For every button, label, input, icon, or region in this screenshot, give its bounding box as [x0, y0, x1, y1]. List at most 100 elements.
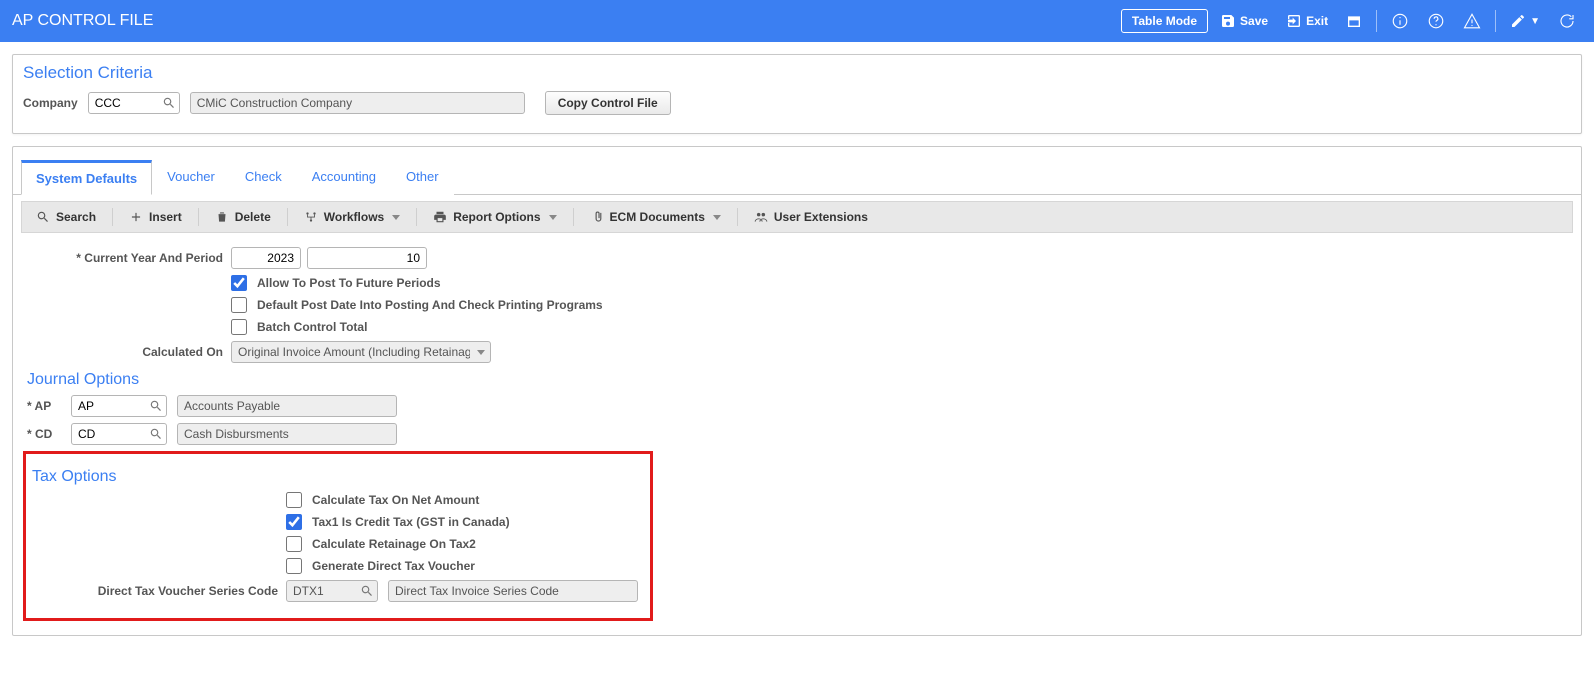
copy-control-file-button[interactable]: Copy Control File: [545, 91, 671, 115]
toolbar-userext-label: User Extensions: [774, 210, 868, 224]
cd-desc: [177, 423, 397, 445]
chevron-down-icon: [713, 215, 721, 220]
detail-panel: System Defaults Voucher Check Accounting…: [12, 146, 1582, 636]
allow-future-label: Allow To Post To Future Periods: [257, 276, 441, 290]
direct-tax-series-desc: [388, 580, 638, 602]
company-input[interactable]: [88, 92, 180, 114]
tax-options-highlight: Tax Options Calculate Tax On Net Amount …: [23, 451, 653, 621]
tab-bar: System Defaults Voucher Check Accounting…: [13, 159, 1581, 195]
year-period-label: * Current Year And Period: [21, 251, 231, 265]
calculated-on-row: Calculated On Original Invoice Amount (I…: [21, 341, 1573, 363]
tab-other[interactable]: Other: [391, 160, 454, 195]
batch-control-row: Batch Control Total: [21, 319, 1573, 335]
edit-icon: [1510, 13, 1526, 29]
save-button[interactable]: Save: [1214, 9, 1274, 33]
toolbar-search-button[interactable]: Search: [28, 206, 104, 228]
allow-future-checkbox[interactable]: [231, 275, 247, 291]
calculated-on-select[interactable]: Original Invoice Amount (Including Retai…: [231, 341, 491, 363]
help-icon: [1427, 12, 1445, 30]
ap-input[interactable]: [71, 395, 167, 417]
calc-retainage-tax2-label: Calculate Retainage On Tax2: [312, 537, 476, 551]
separator: [112, 208, 113, 226]
allow-future-row: Allow To Post To Future Periods: [21, 275, 1573, 291]
direct-tax-series-input[interactable]: [286, 580, 378, 602]
tab-system-defaults[interactable]: System Defaults: [21, 160, 152, 195]
help-button[interactable]: [1421, 8, 1451, 34]
edit-menu-button[interactable]: ▼: [1504, 9, 1546, 33]
separator: [737, 208, 738, 226]
separator: [573, 208, 574, 226]
company-desc: [190, 92, 525, 114]
toolbar-search-label: Search: [56, 210, 96, 224]
tax1-credit-checkbox[interactable]: [286, 514, 302, 530]
system-defaults-form: * Current Year And Period Allow To Post …: [13, 243, 1581, 635]
tab-accounting[interactable]: Accounting: [297, 160, 391, 195]
info-button[interactable]: [1385, 8, 1415, 34]
refresh-icon: [1558, 12, 1576, 30]
journal-options-title: Journal Options: [27, 371, 1573, 389]
gen-direct-tax-row: Generate Direct Tax Voucher: [32, 558, 644, 574]
delete-icon: [215, 210, 229, 224]
app-header: AP CONTROL FILE Table Mode Save Exit ▼: [0, 0, 1594, 42]
tab-voucher[interactable]: Voucher: [152, 160, 230, 195]
toolbar-workflows-label: Workflows: [324, 210, 384, 224]
toolbar-report-label: Report Options: [453, 210, 540, 224]
toolbar-delete-button[interactable]: Delete: [207, 206, 279, 228]
tab-check[interactable]: Check: [230, 160, 297, 195]
toolbar-insert-button[interactable]: Insert: [121, 206, 190, 228]
calc-retainage-tax2-checkbox[interactable]: [286, 536, 302, 552]
direct-tax-series-row: Direct Tax Voucher Series Code: [32, 580, 644, 602]
workflows-icon: [304, 210, 318, 224]
insert-icon: [129, 210, 143, 224]
direct-tax-series-label: Direct Tax Voucher Series Code: [32, 584, 286, 598]
cd-input[interactable]: [71, 423, 167, 445]
exit-icon: [1286, 13, 1302, 29]
current-period-input[interactable]: [307, 247, 427, 269]
grid-toolbar: Search Insert Delete Workflows Report Op…: [21, 201, 1573, 233]
toolbar-insert-label: Insert: [149, 210, 182, 224]
batch-control-label: Batch Control Total: [257, 320, 367, 334]
toolbar-ecm-label: ECM Documents: [610, 210, 705, 224]
duplicate-window-button[interactable]: [1340, 9, 1368, 33]
calc-tax-net-label: Calculate Tax On Net Amount: [312, 493, 479, 507]
save-icon: [1220, 13, 1236, 29]
default-post-date-checkbox[interactable]: [231, 297, 247, 313]
gen-direct-tax-label: Generate Direct Tax Voucher: [312, 559, 475, 573]
info-icon: [1391, 12, 1409, 30]
toolbar-workflows-button[interactable]: Workflows: [296, 206, 408, 228]
refresh-button[interactable]: [1552, 8, 1582, 34]
warning-icon: [1463, 12, 1481, 30]
chevron-down-icon: [392, 215, 400, 220]
selection-criteria-title: Selection Criteria: [23, 63, 1571, 83]
company-label: Company: [23, 96, 78, 110]
separator: [198, 208, 199, 226]
company-row: Company Copy Control File: [23, 91, 1571, 115]
calc-ret-tax2-row: Calculate Retainage On Tax2: [32, 536, 644, 552]
default-post-date-row: Default Post Date Into Posting And Check…: [21, 297, 1573, 313]
tax-options-title: Tax Options: [32, 468, 644, 486]
year-period-row: * Current Year And Period: [21, 247, 1573, 269]
separator: [416, 208, 417, 226]
current-year-input[interactable]: [231, 247, 301, 269]
gen-direct-tax-checkbox[interactable]: [286, 558, 302, 574]
toolbar-report-button[interactable]: Report Options: [425, 206, 564, 228]
selection-criteria-panel: Selection Criteria Company Copy Control …: [12, 54, 1582, 134]
exit-button[interactable]: Exit: [1280, 9, 1334, 33]
attachment-icon: [590, 210, 604, 224]
ap-desc: [177, 395, 397, 417]
chevron-down-icon: [549, 215, 557, 220]
toolbar-ecm-button[interactable]: ECM Documents: [582, 206, 729, 228]
ap-label: * AP: [27, 399, 71, 413]
alert-button[interactable]: [1457, 8, 1487, 34]
toolbar-delete-label: Delete: [235, 210, 271, 224]
cd-label: * CD: [27, 427, 71, 441]
table-mode-button[interactable]: Table Mode: [1121, 9, 1208, 33]
default-post-date-label: Default Post Date Into Posting And Check…: [257, 298, 603, 312]
calc-tax-net-checkbox[interactable]: [286, 492, 302, 508]
batch-control-checkbox[interactable]: [231, 319, 247, 335]
journal-cd-row: * CD: [21, 423, 1573, 445]
page-title: AP CONTROL FILE: [12, 12, 1121, 30]
save-label: Save: [1240, 14, 1268, 28]
toolbar-userext-button[interactable]: User Extensions: [746, 206, 876, 228]
separator: [1495, 10, 1496, 32]
